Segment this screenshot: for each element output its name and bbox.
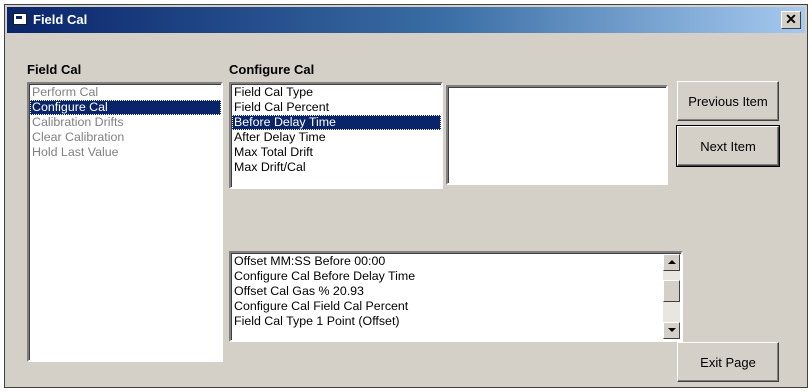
configure-cal-list-item[interactable]: After Delay Time bbox=[232, 130, 441, 145]
close-icon: ✕ bbox=[785, 11, 797, 27]
log-line: Configure Cal Field Cal Percent bbox=[234, 299, 409, 313]
previous-item-button[interactable]: Previous Item bbox=[677, 81, 779, 121]
log-line: Offset Cal Gas % 20.93 bbox=[234, 284, 364, 298]
field-cal-list-item[interactable]: Clear Calibration bbox=[30, 130, 221, 145]
log-line: Field Cal Type 1 Point (Offset) bbox=[234, 314, 400, 328]
configure-cal-list-item[interactable]: Max Total Drift bbox=[232, 145, 441, 160]
configure-cal-list-item[interactable]: Before Delay Time bbox=[232, 115, 441, 130]
log-scrollbar[interactable] bbox=[663, 254, 680, 339]
configure-cal-list[interactable]: Field Cal Type Field Cal Percent Before De… bbox=[229, 82, 443, 189]
field-cal-list-item[interactable]: Hold Last Value bbox=[30, 145, 221, 160]
scroll-down-icon[interactable] bbox=[663, 322, 680, 339]
field-cal-label: Field Cal bbox=[27, 62, 82, 77]
window-icon bbox=[13, 13, 27, 25]
configure-cal-list-item[interactable]: Max Drift/Cal bbox=[232, 160, 441, 175]
log-line: Offset MM:SS Before 00:00 bbox=[234, 254, 386, 268]
configure-cal-label: Configure Cal bbox=[229, 62, 315, 77]
title-bar[interactable]: Field Cal ✕ bbox=[7, 7, 805, 33]
close-button[interactable]: ✕ bbox=[781, 11, 801, 29]
field-cal-list-item[interactable]: Perform Cal bbox=[30, 85, 221, 100]
configure-cal-list-item[interactable]: Field Cal Percent bbox=[232, 100, 441, 115]
history-log[interactable]: Offset MM:SS Before 00:00 Configure Cal B… bbox=[229, 251, 683, 342]
field-cal-window: Field Cal ✕ Field Cal Perform Cal Configu… bbox=[4, 4, 808, 388]
exit-page-button[interactable]: Exit Page bbox=[677, 342, 779, 382]
next-item-button[interactable]: Next Item bbox=[676, 125, 780, 167]
field-cal-list-item[interactable]: Calibration Drifts bbox=[30, 115, 221, 130]
window-title: Field Cal bbox=[33, 12, 88, 27]
configure-cal-list-item[interactable]: Field Cal Type bbox=[232, 85, 441, 100]
scroll-thumb[interactable] bbox=[663, 280, 680, 302]
log-line: Configure Cal Before Delay Time bbox=[234, 269, 416, 283]
field-cal-list-item[interactable]: Configure Cal bbox=[30, 100, 221, 115]
field-cal-list[interactable]: Perform Cal Configure Cal Calibration Drif… bbox=[27, 82, 223, 362]
scroll-up-icon[interactable] bbox=[663, 254, 680, 271]
value-display-box[interactable] bbox=[446, 85, 668, 185]
